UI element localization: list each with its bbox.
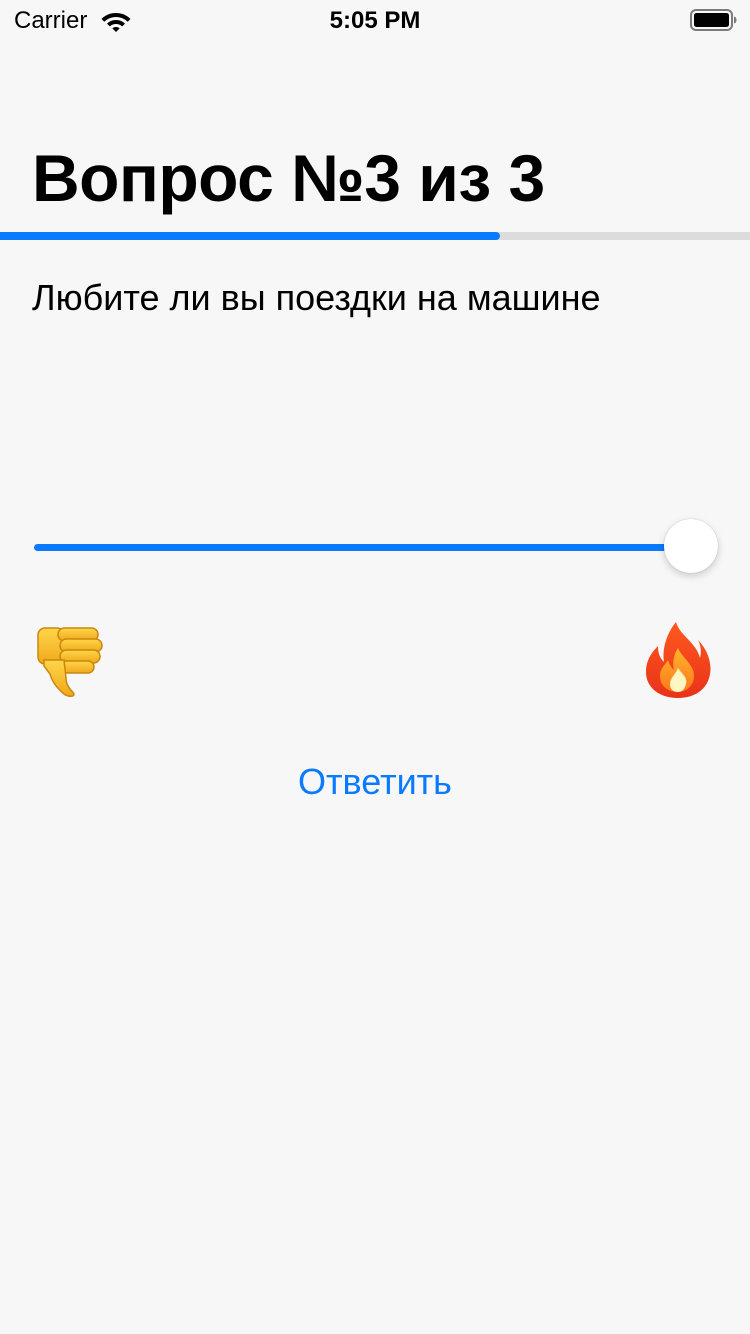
question-text: Любите ли вы поездки на машине <box>32 277 601 318</box>
fire-icon <box>646 622 711 698</box>
battery-icon <box>690 9 737 31</box>
slider-thumb[interactable] <box>664 519 718 573</box>
question-progress-bar <box>0 232 750 240</box>
page-title: Вопрос №3 из 3 <box>32 141 545 215</box>
status-bar: Carrier 5:05 PM <box>0 0 750 40</box>
question-progress-fill <box>0 232 500 240</box>
thumbs-down-icon <box>37 627 103 697</box>
slider-track[interactable] <box>34 544 692 551</box>
answer-button[interactable]: Ответить <box>225 752 525 812</box>
answer-slider[interactable] <box>32 516 722 576</box>
status-time: 5:05 PM <box>329 7 421 34</box>
